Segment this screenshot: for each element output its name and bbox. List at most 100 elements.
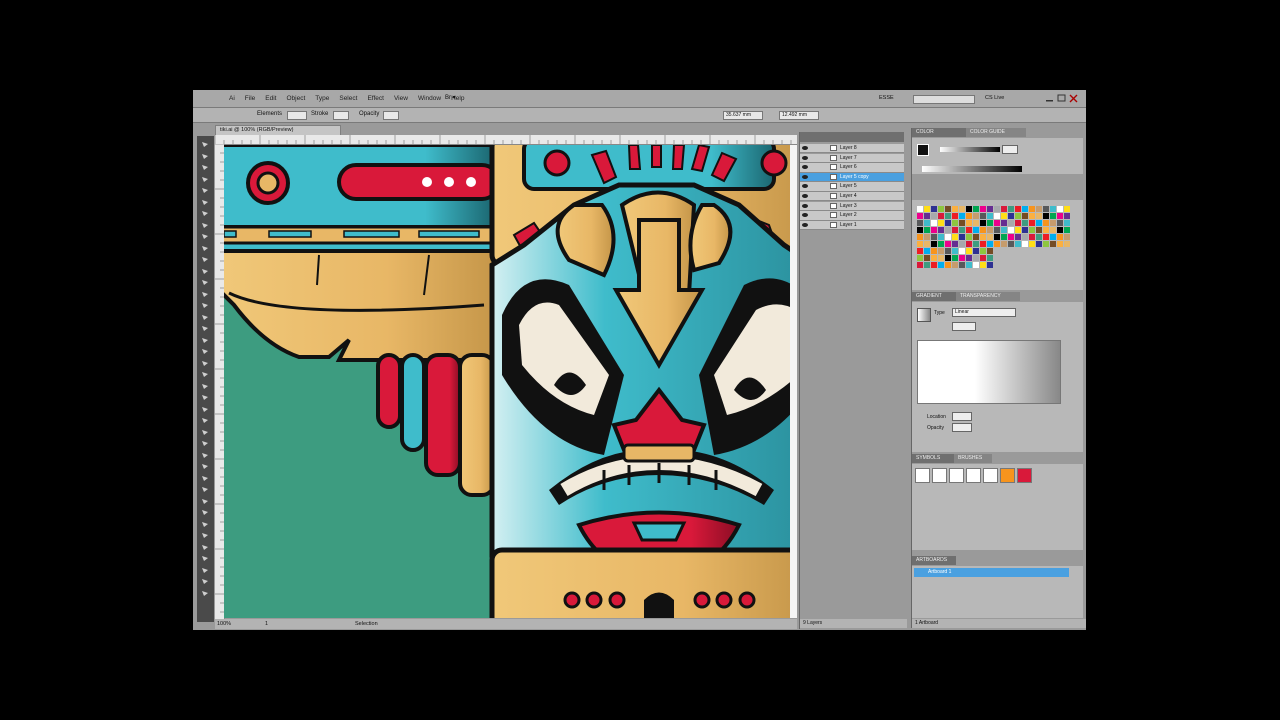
color-swatch[interactable] [1043, 234, 1049, 240]
color-swatch[interactable] [945, 220, 951, 226]
color-swatch[interactable] [966, 248, 972, 254]
tool-icon[interactable] [200, 589, 211, 598]
color-swatch[interactable] [1015, 213, 1021, 219]
layer-row[interactable]: Layer 5 copy [800, 172, 904, 183]
color-swatch[interactable] [924, 227, 930, 233]
tool-icon[interactable] [200, 290, 211, 299]
color-swatch[interactable] [987, 206, 993, 212]
transparency-tab[interactable]: TRANSPARENCY [956, 292, 1020, 301]
color-swatch[interactable] [1064, 220, 1070, 226]
color-swatch[interactable] [1015, 227, 1021, 233]
fill-swatch[interactable] [287, 111, 307, 120]
layer-row[interactable]: Layer 4 [800, 192, 904, 202]
tool-icon[interactable] [200, 428, 211, 437]
color-swatch[interactable] [952, 248, 958, 254]
color-swatch[interactable] [980, 220, 986, 226]
color-swatch[interactable] [1043, 227, 1049, 233]
tool-icon[interactable] [200, 140, 211, 149]
visibility-eye-icon[interactable] [802, 174, 808, 180]
tool-icon[interactable] [200, 543, 211, 552]
layer-row[interactable]: Layer 6 [800, 163, 904, 173]
color-swatch[interactable] [938, 248, 944, 254]
color-swatch[interactable] [1064, 234, 1070, 240]
brushes-tab[interactable]: BRUSHES [954, 454, 992, 463]
color-swatch[interactable] [966, 227, 972, 233]
color-swatch[interactable] [931, 234, 937, 240]
color-swatch[interactable] [917, 241, 923, 247]
color-swatch[interactable] [966, 213, 972, 219]
color-swatch[interactable] [931, 220, 937, 226]
tool-icon[interactable] [200, 347, 211, 356]
color-swatch[interactable] [987, 234, 993, 240]
tool-icon[interactable] [200, 267, 211, 276]
tool-icon[interactable] [200, 554, 211, 563]
color-swatch[interactable] [917, 213, 923, 219]
color-swatch[interactable] [952, 206, 958, 212]
color-swatch[interactable] [1008, 227, 1014, 233]
tool-icon[interactable] [200, 278, 211, 287]
color-swatch[interactable] [945, 248, 951, 254]
color-swatch[interactable] [994, 241, 1000, 247]
color-swatch[interactable] [1036, 220, 1042, 226]
visibility-eye-icon[interactable] [802, 212, 808, 218]
tiki-artwork[interactable] [224, 145, 797, 618]
symbol-thumbnail[interactable] [983, 468, 998, 483]
artboard-canvas[interactable] [224, 145, 797, 618]
color-swatch[interactable] [945, 206, 951, 212]
color-swatch[interactable] [1050, 220, 1056, 226]
color-swatch[interactable] [966, 241, 972, 247]
color-swatch[interactable] [917, 206, 923, 212]
menu-select[interactable]: Select [339, 90, 357, 107]
color-swatch[interactable] [924, 234, 930, 240]
color-swatch[interactable] [1022, 206, 1028, 212]
color-swatch[interactable] [924, 206, 930, 212]
color-swatch[interactable] [938, 206, 944, 212]
color-swatch[interactable] [1057, 206, 1063, 212]
color-swatch[interactable] [980, 227, 986, 233]
color-swatch[interactable] [1001, 241, 1007, 247]
color-swatch[interactable] [966, 206, 972, 212]
color-swatch[interactable] [1015, 241, 1021, 247]
menu-type[interactable]: Type [315, 90, 329, 107]
search-field[interactable] [913, 95, 975, 104]
menu-window[interactable]: Window [418, 90, 441, 107]
color-swatch[interactable] [1015, 234, 1021, 240]
color-swatch[interactable] [938, 262, 944, 268]
tool-icon[interactable] [200, 531, 211, 540]
symbol-thumbnail[interactable] [949, 468, 964, 483]
color-swatch[interactable] [1057, 234, 1063, 240]
color-swatch[interactable] [973, 220, 979, 226]
color-swatch[interactable] [973, 241, 979, 247]
cs-live-button[interactable]: CS Live [985, 95, 1004, 101]
color-swatch[interactable] [966, 234, 972, 240]
color-swatch[interactable] [959, 213, 965, 219]
tool-icon[interactable] [200, 336, 211, 345]
color-swatch[interactable] [973, 255, 979, 261]
color-swatch[interactable] [938, 234, 944, 240]
color-swatch[interactable] [1022, 227, 1028, 233]
color-swatch[interactable] [959, 255, 965, 261]
color-swatch[interactable] [938, 241, 944, 247]
color-swatch[interactable] [1064, 227, 1070, 233]
color-swatch[interactable] [973, 262, 979, 268]
color-swatch[interactable] [1057, 241, 1063, 247]
tool-icon[interactable] [200, 232, 211, 241]
color-swatch[interactable] [1029, 213, 1035, 219]
color-swatch[interactable] [931, 241, 937, 247]
symbol-thumbnail[interactable] [915, 468, 930, 483]
color-swatch[interactable] [987, 227, 993, 233]
y-position-field[interactable]: 12.492 mm [779, 111, 819, 120]
color-swatch[interactable] [931, 262, 937, 268]
color-swatch[interactable] [1022, 220, 1028, 226]
symbol-thumbnail[interactable] [1000, 468, 1015, 483]
color-spectrum[interactable] [922, 166, 1022, 172]
color-swatch[interactable] [1022, 241, 1028, 247]
workspace-switcher[interactable]: ESSE [879, 95, 894, 101]
color-swatch[interactable] [1050, 227, 1056, 233]
color-swatch[interactable] [1036, 241, 1042, 247]
color-swatch[interactable] [994, 206, 1000, 212]
gradient-type-select[interactable]: Linear [952, 308, 1016, 317]
layer-row[interactable]: Layer 1 [800, 220, 904, 231]
color-swatch[interactable] [1057, 227, 1063, 233]
color-swatch[interactable] [973, 234, 979, 240]
